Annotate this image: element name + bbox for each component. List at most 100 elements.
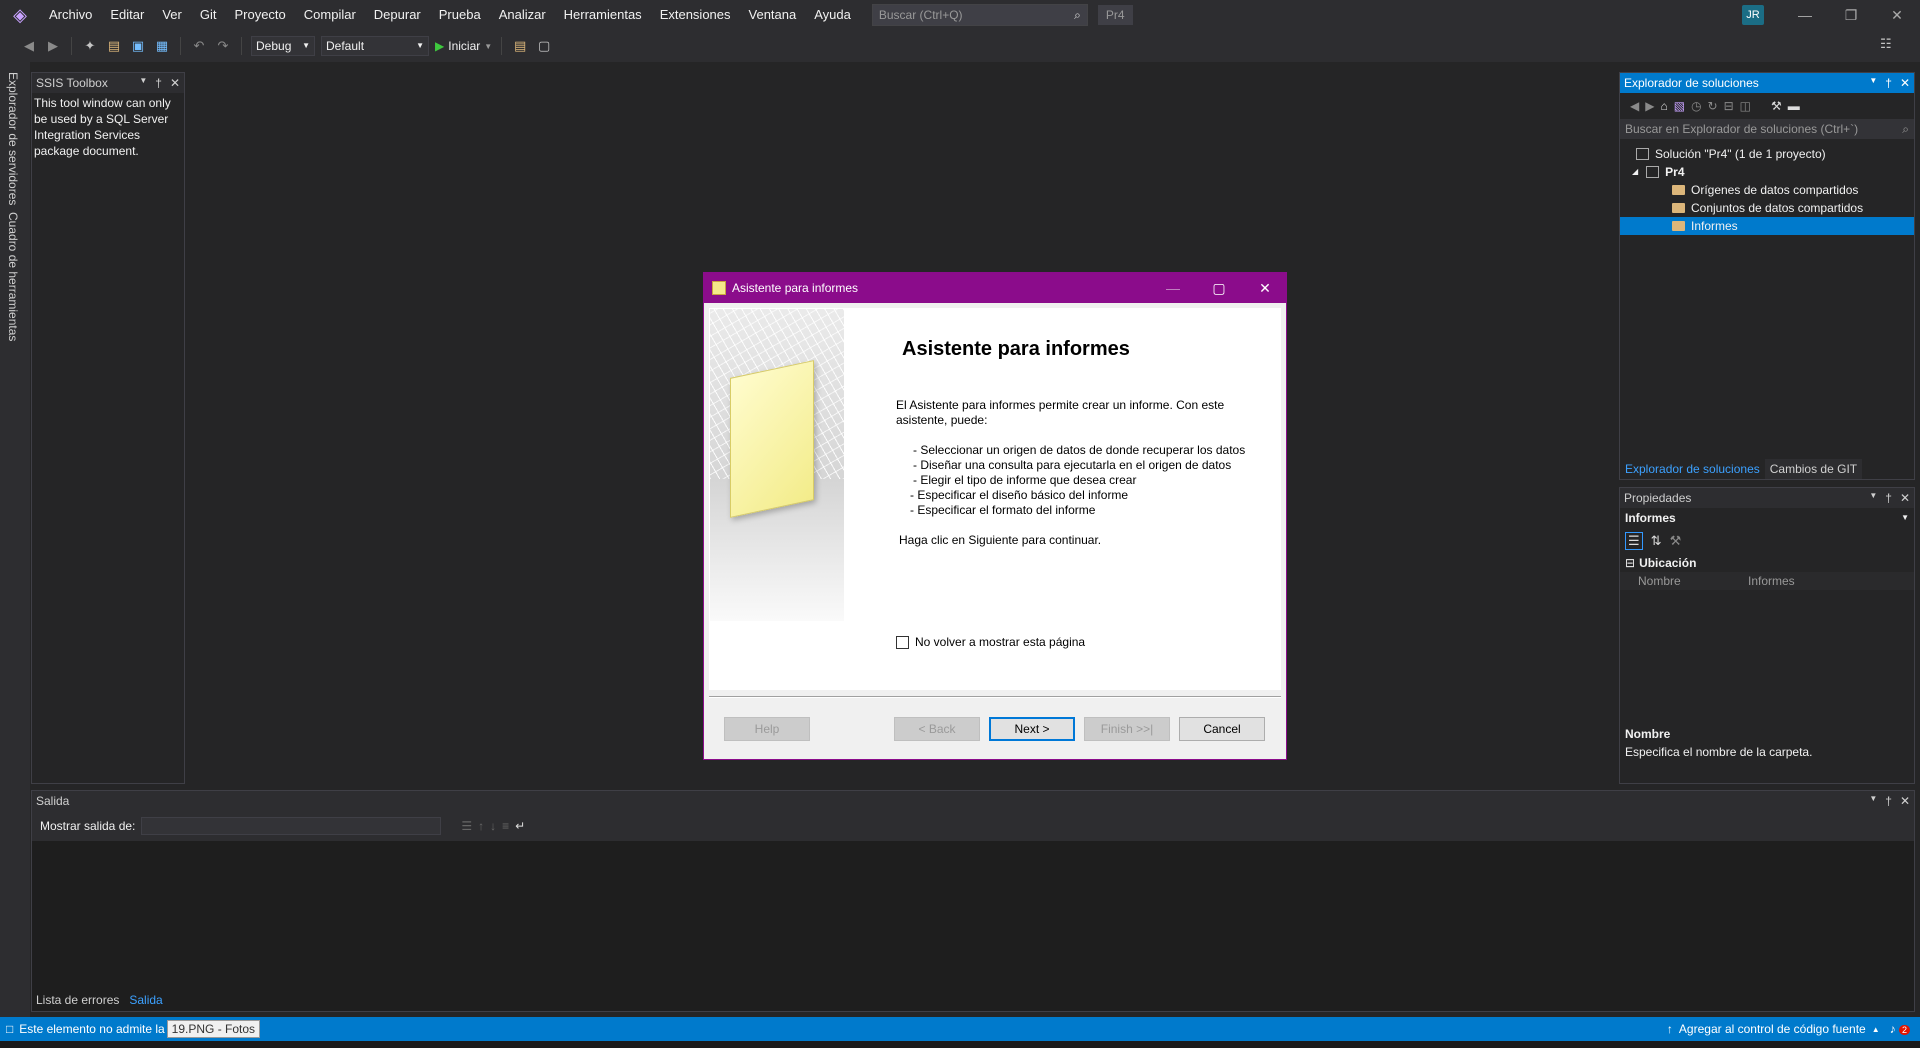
save-icon[interactable]: ▣ <box>129 37 147 55</box>
bell-icon: ♪ <box>1889 1022 1896 1036</box>
status-item-icon: □ <box>6 1022 14 1036</box>
pin-icon[interactable]: † <box>1885 794 1892 808</box>
forward-icon[interactable]: ▶ <box>1645 99 1654 113</box>
ssis-toolbox-title: SSIS Toolbox <box>36 76 108 90</box>
undo-icon[interactable]: ↶ <box>190 37 208 55</box>
tab-server-explorer[interactable]: Explorador de servidores <box>6 72 20 205</box>
live-share-icon[interactable]: ☷ <box>1880 36 1892 52</box>
next-button[interactable]: Next > <box>989 717 1075 741</box>
output-title: Salida <box>36 794 70 808</box>
close-icon[interactable]: ✕ <box>1900 491 1910 505</box>
menu-extensiones[interactable]: Extensiones <box>651 0 740 30</box>
output-source-select[interactable] <box>141 817 442 835</box>
properties-category[interactable]: ⊟ Ubicación <box>1620 554 1914 572</box>
back-icon[interactable]: ◀ <box>1630 99 1639 113</box>
tree-project-node[interactable]: ◢ Pr4 <box>1620 163 1914 181</box>
configuration-select[interactable]: Debug ▼ <box>251 36 315 56</box>
start-button[interactable]: ▶ Iniciar ▼ <box>435 39 492 53</box>
tree-folder-reports[interactable]: Informes <box>1620 217 1914 235</box>
new-project-icon[interactable]: ✦ <box>81 37 99 55</box>
menu-git[interactable]: Git <box>191 0 226 30</box>
previous-message-icon[interactable]: ↑ <box>478 819 484 833</box>
history-icon[interactable]: ◷ <box>1691 99 1701 113</box>
tab-toolbox[interactable]: Cuadro de herramientas <box>6 212 20 341</box>
collapse-icon[interactable]: ⊟ <box>1625 556 1635 570</box>
back-icon[interactable]: ◀ <box>20 37 38 55</box>
sync-icon[interactable]: ↻ <box>1708 99 1718 113</box>
panel-menu-icon[interactable]: ▼ <box>1869 491 1877 505</box>
properties-wrench-icon[interactable]: ⚒ <box>1771 99 1782 113</box>
solution-search-input[interactable]: Buscar en Explorador de soluciones (Ctrl… <box>1620 119 1914 139</box>
menu-ventana[interactable]: Ventana <box>740 0 806 30</box>
screenshot-icon[interactable]: ▢ <box>535 37 553 55</box>
close-icon[interactable]: ✕ <box>170 76 180 90</box>
redo-icon[interactable]: ↷ <box>214 37 232 55</box>
property-pages-icon[interactable]: ⚒ <box>1670 533 1682 549</box>
cancel-button[interactable]: Cancel <box>1179 717 1265 741</box>
menu-ayuda[interactable]: Ayuda <box>805 0 860 30</box>
menu-editar[interactable]: Editar <box>101 0 153 30</box>
panel-menu-icon[interactable]: ▼ <box>139 76 147 90</box>
show-all-files-icon[interactable]: ◫ <box>1740 99 1751 113</box>
menu-compilar[interactable]: Compilar <box>295 0 365 30</box>
menu-archivo[interactable]: Archivo <box>40 0 101 30</box>
panel-menu-icon[interactable]: ▼ <box>1869 76 1877 90</box>
tab-error-list[interactable]: Lista de errores <box>31 990 124 1010</box>
pin-icon[interactable]: † <box>1885 491 1892 505</box>
tree-folder-shared-datasets[interactable]: Conjuntos de datos compartidos <box>1620 199 1914 217</box>
open-folder-icon[interactable]: ▤ <box>105 37 123 55</box>
list-item: - Seleccionar un origen de datos de dond… <box>913 443 1246 457</box>
pin-icon[interactable]: † <box>1885 76 1892 90</box>
clear-all-icon[interactable]: ≡ <box>502 819 509 833</box>
properties-header: Propiedades ▼ † ✕ <box>1620 488 1914 508</box>
property-row[interactable]: Nombre Informes <box>1620 572 1914 590</box>
preview-toggle-icon[interactable]: ▬ <box>1788 99 1800 113</box>
notifications-button[interactable]: ♪ 2 <box>1890 1022 1910 1036</box>
properties-object-selector[interactable]: Informes ▼ <box>1620 508 1914 528</box>
switch-views-icon[interactable]: ▧ <box>1674 99 1685 113</box>
source-control-button[interactable]: ↑ Agregar al control de código fuente ▲ <box>1667 1022 1880 1036</box>
save-all-icon[interactable]: ▦ <box>153 37 171 55</box>
tab-output[interactable]: Salida <box>124 990 167 1010</box>
close-icon[interactable]: ✕ <box>1874 0 1920 30</box>
category-label: Ubicación <box>1639 556 1697 570</box>
search-input[interactable]: Buscar (Ctrl+Q) ⌕ <box>871 4 1088 26</box>
restore-icon[interactable]: ❐ <box>1828 0 1874 30</box>
menu-herramientas[interactable]: Herramientas <box>555 0 651 30</box>
tree-folder-shared-datasources[interactable]: Orígenes de datos compartidos <box>1620 181 1914 199</box>
maximize-icon[interactable]: ▢ <box>1196 273 1242 303</box>
property-value[interactable]: Informes <box>1748 572 1795 590</box>
close-icon[interactable]: ✕ <box>1900 794 1910 808</box>
categorized-icon[interactable]: ☰ <box>1625 532 1643 550</box>
alphabetical-icon[interactable]: ⇅ <box>1651 533 1662 549</box>
panel-menu-icon[interactable]: ▼ <box>1869 794 1877 808</box>
word-wrap-icon[interactable]: ↵ <box>515 819 525 833</box>
tab-solution-explorer[interactable]: Explorador de soluciones <box>1620 459 1765 479</box>
minimize-icon[interactable]: — <box>1782 0 1828 30</box>
home-icon[interactable]: ⌂ <box>1660 99 1667 113</box>
dont-show-again-checkbox[interactable] <box>896 635 909 649</box>
dont-show-again-option[interactable]: No volver a mostrar esta página <box>896 635 1085 649</box>
menu-ver[interactable]: Ver <box>153 0 191 30</box>
forward-icon[interactable]: ▶ <box>44 37 62 55</box>
pin-icon[interactable]: † <box>155 76 162 90</box>
help-button[interactable]: Help <box>724 717 810 741</box>
goto-error-icon[interactable]: ☰ <box>461 819 472 833</box>
close-icon[interactable]: ✕ <box>1242 273 1288 303</box>
platform-select[interactable]: Default ▼ <box>321 36 429 56</box>
close-icon[interactable]: ✕ <box>1900 76 1910 90</box>
finish-button[interactable]: Finish >>| <box>1084 717 1170 741</box>
tab-git-changes[interactable]: Cambios de GIT <box>1764 459 1863 479</box>
menu-prueba[interactable]: Prueba <box>430 0 490 30</box>
menu-proyecto[interactable]: Proyecto <box>225 0 294 30</box>
user-avatar[interactable]: JR <box>1742 5 1764 25</box>
folder-view-icon[interactable]: ▤ <box>511 37 529 55</box>
tree-solution-node[interactable]: Solución "Pr4" (1 de 1 proyecto) <box>1620 145 1914 163</box>
back-button[interactable]: < Back <box>894 717 980 741</box>
next-message-icon[interactable]: ↓ <box>490 819 496 833</box>
collapse-all-icon[interactable]: ⊟ <box>1724 99 1734 113</box>
menu-depurar[interactable]: Depurar <box>365 0 430 30</box>
menu-analizar[interactable]: Analizar <box>490 0 555 30</box>
play-icon: ▶ <box>435 39 445 53</box>
expand-triangle-icon[interactable]: ◢ <box>1632 163 1638 181</box>
